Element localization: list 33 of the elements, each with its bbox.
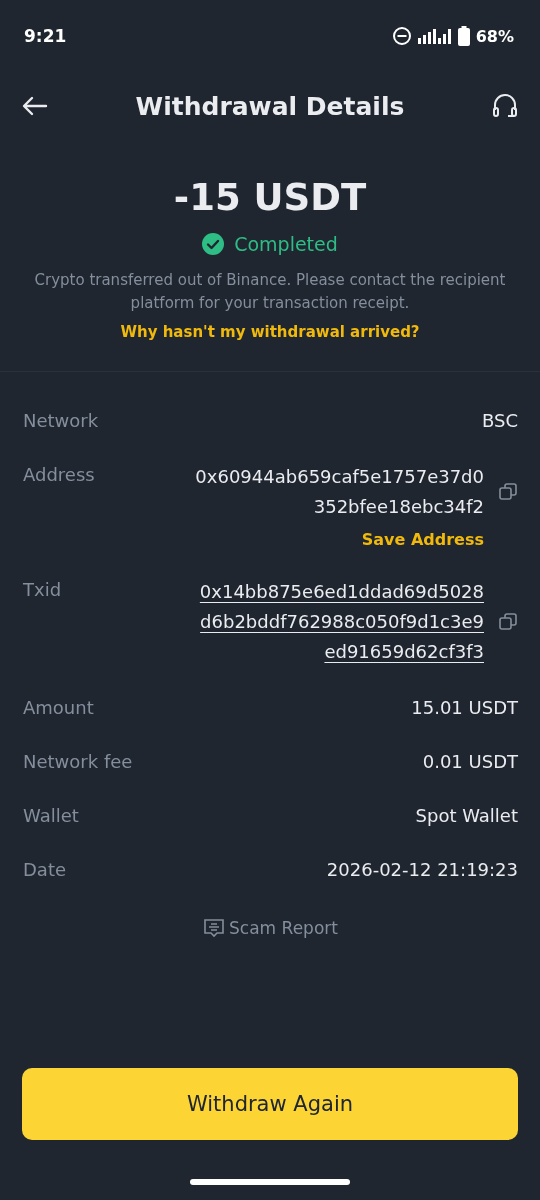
do-not-disturb-icon [391,26,412,46]
withdrawal-amount: -15 USDT [173,176,367,219]
headset-icon[interactable] [492,93,518,119]
status-text: Completed [234,233,338,255]
copy-icon[interactable] [498,482,518,502]
info-text: Crypto transferred out of Binance. Please contact the recipient platform for your transaction receipt. [33,270,507,314]
detail-value: 15.01 USDT [411,696,518,720]
detail-label: Amount [23,696,94,720]
report-icon [203,917,226,939]
detail-label: Wallet [23,804,79,828]
signal-icon [417,28,452,44]
check-circle-icon [202,233,225,255]
battery-icon [457,26,470,46]
detail-value: 2026-02-12 21:19:23 [326,858,518,882]
detail-value: BSC [481,409,518,433]
detail-label: Date [23,858,67,882]
scam-report-button[interactable]: Scam Report [203,917,338,939]
txid-link[interactable]: 0x14bb875e6ed1ddad69d5028d6b2bddf762988c050f9d1c3e9ed91659d62cf3f3 [192,577,484,667]
detail-value: 0.01 USDT [422,750,518,774]
address-value: 0x60944ab659caf5e1757e37d0352bfee18ebc34f2 [194,465,484,519]
status-time: 9:21 [24,26,68,46]
detail-value: Spot Wallet [415,804,518,828]
page-title: Withdrawal Details [134,91,406,121]
detail-label: Network [23,409,99,433]
detail-label: Txid [23,578,62,602]
detail-label: Network fee [23,750,133,774]
copy-icon[interactable] [498,612,518,632]
save-address-link[interactable]: Save Address [361,530,484,549]
detail-label: Address [23,463,95,487]
help-link[interactable]: Why hasn't my withdrawal arrived? [120,323,420,341]
back-icon[interactable] [22,96,48,116]
battery-level: 68% [475,26,514,46]
withdraw-again-button[interactable]: Withdraw Again [22,1068,518,1140]
